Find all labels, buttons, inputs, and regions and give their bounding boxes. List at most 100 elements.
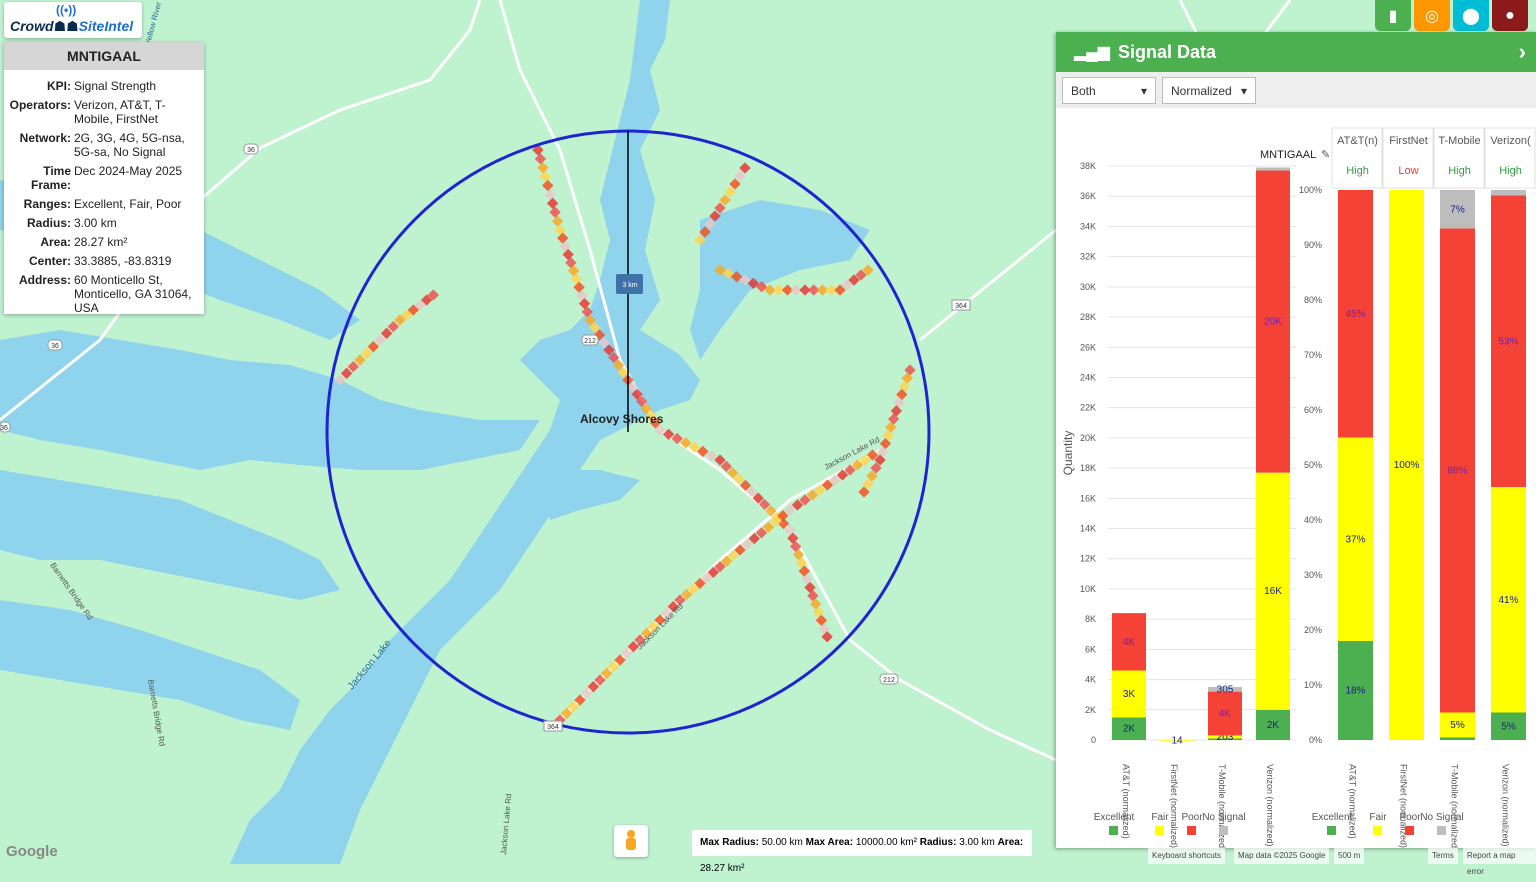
network-select[interactable]: Both ▾ <box>1062 77 1156 104</box>
signal-charts: MNTIGAAL ✎ Quantity 0 2K 4K 6K 8K 10K 12K 14K 16K 18… <box>1061 127 1536 848</box>
radius-value: 3.00 km <box>959 837 995 848</box>
info-label: Area: <box>40 235 71 249</box>
bar-data-label: 20K <box>1264 317 1282 328</box>
y-tick-label: 32K <box>1080 252 1096 262</box>
panel-header: ▂▄▆ Signal Data › <box>1056 32 1536 72</box>
signal-data-panel: ▂▄▆ Signal Data › Both ▾ Normalized ▾ MNTI… <box>1056 32 1536 848</box>
bar-chart-button[interactable]: ▮ <box>1375 0 1411 31</box>
legend-label: No Signal <box>1202 812 1245 823</box>
info-value: 2G, 3G, 4G, 5G-nsa, 5G-sa, No Signal <box>74 131 185 159</box>
x-category-label: AT&T (normalized) <box>1121 764 1131 839</box>
legend-swatch <box>1187 826 1196 835</box>
legend-label: Excellent <box>1312 812 1353 823</box>
y-tick-label: 28K <box>1080 312 1096 322</box>
pct-x-category-label: Verizon (normalized) <box>1501 764 1511 847</box>
info-value: 33.3885, -83.8319 <box>74 254 172 268</box>
chevron-down-icon: ▾ <box>1240 83 1247 98</box>
info-row: Center: 33.3885, -83.8319 <box>4 254 204 268</box>
report-map-error-link[interactable]: Report a map error <box>1463 848 1536 876</box>
legend-label: Excellent <box>1094 812 1135 823</box>
keyboard-shortcuts-link[interactable]: Keyboard shortcuts <box>1148 848 1225 864</box>
chevron-right-icon[interactable]: › <box>1519 39 1526 65</box>
panel-title: Signal Data <box>1117 41 1216 62</box>
terms-link[interactable]: Terms <box>1428 848 1458 864</box>
x-category-label: FirstNet (normalized) <box>1169 764 1179 848</box>
info-row: Radius: 3.00 km <box>4 216 204 230</box>
town-label: Alcovy Shores <box>580 412 664 426</box>
info-value: 28.27 km² <box>74 235 128 249</box>
pct-tick-label: 90% <box>1304 240 1322 250</box>
pct-tick-label: 70% <box>1304 350 1322 360</box>
info-value: Verizon, AT&T, T-Mobile, FirstNet <box>74 98 166 126</box>
pct-tick-label: 30% <box>1304 570 1322 580</box>
legend-label: Fair <box>1369 812 1387 823</box>
bar-chart-icon: ▮ <box>1388 7 1398 25</box>
info-value: Signal Strength <box>74 79 157 93</box>
bar-data-label: 2K <box>1267 720 1280 731</box>
app-logo: ((•)) Crowd☗☗SiteIntel <box>4 2 142 38</box>
globe-button[interactable]: ● <box>1492 0 1528 31</box>
info-row: Operators: Verizon, AT&T, T-Mobile, First… <box>4 98 204 126</box>
target-button[interactable]: ◎ <box>1414 0 1450 31</box>
info-row: Area: 28.27 km² <box>4 235 204 249</box>
globe-icon: ● <box>1505 6 1515 24</box>
radius-tag-text: 3 km <box>622 282 637 289</box>
info-value: 3.00 km <box>74 216 117 230</box>
y-tick-label: 38K <box>1080 161 1096 171</box>
y-axis-label: Quantity <box>1061 431 1075 476</box>
radius-summary: Max Radius: 50.00 km Max Area: 10000.00 … <box>692 830 1032 874</box>
mode-select[interactable]: Normalized ▾ <box>1162 77 1256 104</box>
legend-label: No Signal <box>1420 812 1463 823</box>
shield-6: 212 <box>584 338 596 345</box>
info-value: Dec 2024-May 2025 <box>74 164 183 178</box>
bar-chart-icon: ▂▄▆ <box>1074 44 1110 61</box>
max-radius-value: 50.00 km <box>761 837 803 848</box>
site-info-title: MNTIGAAL <box>4 42 204 70</box>
legend-label: Poor <box>1399 812 1421 823</box>
pct-bar-data-label: 45% <box>1345 309 1365 320</box>
location-pin-button[interactable]: ⬤ <box>1453 0 1489 31</box>
google-logo: Google <box>6 843 58 860</box>
chart-site-label: MNTIGAAL <box>1260 149 1316 161</box>
pct-bar-data-label: 5% <box>1501 721 1516 732</box>
y-tick-label: 20K <box>1080 433 1096 443</box>
pct-tick-label: 60% <box>1304 405 1322 415</box>
y-tick-label: 4K <box>1085 675 1096 685</box>
street-view-pegman[interactable] <box>614 825 648 857</box>
info-row: Address: 60 Monticello St, Monticello, GA… <box>4 273 204 315</box>
y-tick-label: 16K <box>1080 493 1096 503</box>
pct-bar-data-label: 100% <box>1394 460 1420 471</box>
y-tick-label: 30K <box>1080 282 1096 292</box>
y-tick-label: 24K <box>1080 372 1096 382</box>
pct-bar-data-label: 7% <box>1450 204 1465 215</box>
y-tick-label: 12K <box>1080 554 1096 564</box>
crowd-icon: ☗☗ <box>53 18 79 34</box>
info-label: Time Frame: <box>30 164 71 192</box>
legend-label: Poor <box>1181 812 1203 823</box>
header-operator-label: T-Mobile <box>1438 135 1480 147</box>
legend-label: Fair <box>1151 812 1169 823</box>
legend-swatch <box>1437 826 1446 835</box>
pct-tick-label: 100% <box>1299 185 1322 195</box>
bar-data-label: 16K <box>1264 586 1282 597</box>
pct-tick-label: 0% <box>1309 735 1322 745</box>
info-label: Center: <box>28 254 71 268</box>
header-rating-label: High <box>1346 165 1369 177</box>
max-area-label: Max Area: <box>805 837 854 848</box>
shield-1: 36 <box>247 147 255 154</box>
map-data-attribution: Map data ©2025 Google <box>1234 848 1330 864</box>
header-operator-label: AT&T(n) <box>1337 135 1378 147</box>
site-info-card: MNTIGAAL KPI: Signal Strength Operators: Ve… <box>4 42 204 315</box>
y-tick-label: 26K <box>1080 342 1096 352</box>
info-row: Network: 2G, 3G, 4G, 5G-nsa, 5G-sa, No Si… <box>4 131 204 159</box>
bar-data-label: 2K <box>1123 724 1136 735</box>
panel-controls: Both ▾ Normalized ▾ <box>1056 72 1536 108</box>
header-operator-label: Verizon( <box>1490 135 1531 147</box>
y-tick-label: 14K <box>1080 524 1096 534</box>
info-row: Time Frame: Dec 2024-May 2025 <box>4 164 204 192</box>
pct-tick-label: 10% <box>1304 680 1322 690</box>
pct-bar-data-label: 18% <box>1345 686 1365 697</box>
map-scale[interactable]: 500 m <box>1334 848 1365 864</box>
legend-swatch <box>1155 826 1164 835</box>
pencil-icon: ✎ <box>1321 149 1330 161</box>
